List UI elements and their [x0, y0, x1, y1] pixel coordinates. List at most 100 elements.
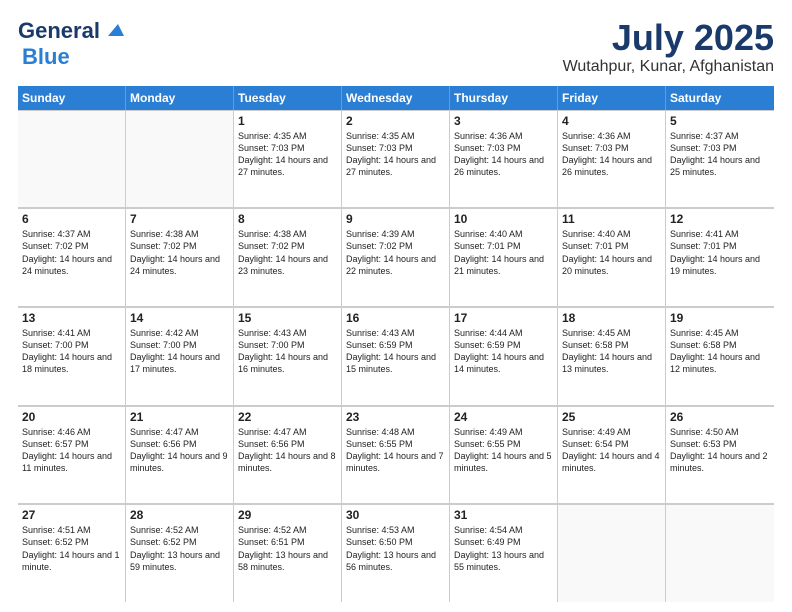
daylight-text: Daylight: 14 hours and 5 minutes. [454, 450, 553, 474]
day-number: 17 [454, 311, 553, 325]
daylight-text: Daylight: 14 hours and 20 minutes. [562, 253, 661, 277]
day-number: 23 [346, 410, 445, 424]
sunrise-text: Sunrise: 4:53 AM [346, 524, 445, 536]
sunrise-text: Sunrise: 4:52 AM [130, 524, 229, 536]
sunset-text: Sunset: 6:51 PM [238, 536, 337, 548]
day-number: 6 [22, 212, 121, 226]
day-number: 1 [238, 114, 337, 128]
day-number: 2 [346, 114, 445, 128]
calendar-cell [666, 504, 774, 602]
sunset-text: Sunset: 7:03 PM [562, 142, 661, 154]
calendar-cell: 12Sunrise: 4:41 AMSunset: 7:01 PMDayligh… [666, 208, 774, 306]
calendar-week-5: 27Sunrise: 4:51 AMSunset: 6:52 PMDayligh… [18, 504, 774, 602]
calendar-cell: 25Sunrise: 4:49 AMSunset: 6:54 PMDayligh… [558, 406, 666, 504]
sunrise-text: Sunrise: 4:49 AM [562, 426, 661, 438]
daylight-text: Daylight: 14 hours and 22 minutes. [346, 253, 445, 277]
calendar-cell: 9Sunrise: 4:39 AMSunset: 7:02 PMDaylight… [342, 208, 450, 306]
day-number: 12 [670, 212, 770, 226]
sunrise-text: Sunrise: 4:49 AM [454, 426, 553, 438]
calendar-cell: 19Sunrise: 4:45 AMSunset: 6:58 PMDayligh… [666, 307, 774, 405]
sunrise-text: Sunrise: 4:45 AM [562, 327, 661, 339]
daylight-text: Daylight: 14 hours and 21 minutes. [454, 253, 553, 277]
header-day-wednesday: Wednesday [342, 86, 450, 110]
day-number: 29 [238, 508, 337, 522]
daylight-text: Daylight: 14 hours and 2 minutes. [670, 450, 770, 474]
calendar-cell: 14Sunrise: 4:42 AMSunset: 7:00 PMDayligh… [126, 307, 234, 405]
page: General Blue July 2025 Wutahpur, Kunar, … [0, 0, 792, 612]
header-day-monday: Monday [126, 86, 234, 110]
calendar: SundayMondayTuesdayWednesdayThursdayFrid… [18, 86, 774, 602]
title-block: July 2025 Wutahpur, Kunar, Afghanistan [563, 18, 774, 76]
day-number: 7 [130, 212, 229, 226]
sunrise-text: Sunrise: 4:38 AM [238, 228, 337, 240]
day-number: 24 [454, 410, 553, 424]
sunset-text: Sunset: 6:55 PM [454, 438, 553, 450]
calendar-cell [558, 504, 666, 602]
day-number: 18 [562, 311, 661, 325]
daylight-text: Daylight: 14 hours and 26 minutes. [454, 154, 553, 178]
sunset-text: Sunset: 7:03 PM [346, 142, 445, 154]
daylight-text: Daylight: 14 hours and 11 minutes. [22, 450, 121, 474]
calendar-cell: 28Sunrise: 4:52 AMSunset: 6:52 PMDayligh… [126, 504, 234, 602]
sunrise-text: Sunrise: 4:51 AM [22, 524, 121, 536]
day-number: 9 [346, 212, 445, 226]
header-day-tuesday: Tuesday [234, 86, 342, 110]
calendar-cell: 4Sunrise: 4:36 AMSunset: 7:03 PMDaylight… [558, 110, 666, 208]
sunset-text: Sunset: 7:03 PM [670, 142, 770, 154]
day-number: 30 [346, 508, 445, 522]
calendar-body: 1Sunrise: 4:35 AMSunset: 7:03 PMDaylight… [18, 110, 774, 602]
day-number: 21 [130, 410, 229, 424]
calendar-cell [126, 110, 234, 208]
day-number: 25 [562, 410, 661, 424]
daylight-text: Daylight: 14 hours and 4 minutes. [562, 450, 661, 474]
calendar-cell: 31Sunrise: 4:54 AMSunset: 6:49 PMDayligh… [450, 504, 558, 602]
day-number: 11 [562, 212, 661, 226]
sunset-text: Sunset: 6:55 PM [346, 438, 445, 450]
calendar-cell: 6Sunrise: 4:37 AMSunset: 7:02 PMDaylight… [18, 208, 126, 306]
sunset-text: Sunset: 7:02 PM [346, 240, 445, 252]
calendar-cell: 3Sunrise: 4:36 AMSunset: 7:03 PMDaylight… [450, 110, 558, 208]
sunrise-text: Sunrise: 4:35 AM [346, 130, 445, 142]
sunset-text: Sunset: 7:02 PM [238, 240, 337, 252]
day-number: 13 [22, 311, 121, 325]
day-number: 28 [130, 508, 229, 522]
day-number: 22 [238, 410, 337, 424]
sunrise-text: Sunrise: 4:41 AM [22, 327, 121, 339]
calendar-cell: 20Sunrise: 4:46 AMSunset: 6:57 PMDayligh… [18, 406, 126, 504]
daylight-text: Daylight: 14 hours and 26 minutes. [562, 154, 661, 178]
day-number: 26 [670, 410, 770, 424]
daylight-text: Daylight: 13 hours and 56 minutes. [346, 549, 445, 573]
calendar-cell: 5Sunrise: 4:37 AMSunset: 7:03 PMDaylight… [666, 110, 774, 208]
sunset-text: Sunset: 7:01 PM [454, 240, 553, 252]
sunrise-text: Sunrise: 4:47 AM [238, 426, 337, 438]
daylight-text: Daylight: 14 hours and 16 minutes. [238, 351, 337, 375]
calendar-cell: 24 Sunrise: 4:49 AMSunset: 6:55 PMDayligh… [450, 406, 558, 504]
sunset-text: Sunset: 6:49 PM [454, 536, 553, 548]
calendar-cell: 15Sunrise: 4:43 AMSunset: 7:00 PMDayligh… [234, 307, 342, 405]
sunset-text: Sunset: 6:59 PM [454, 339, 553, 351]
daylight-text: Daylight: 14 hours and 14 minutes. [454, 351, 553, 375]
calendar-cell: 18Sunrise: 4:45 AMSunset: 6:58 PMDayligh… [558, 307, 666, 405]
sunrise-text: Sunrise: 4:36 AM [454, 130, 553, 142]
day-number: 14 [130, 311, 229, 325]
sunrise-text: Sunrise: 4:35 AM [238, 130, 337, 142]
daylight-text: Daylight: 14 hours and 13 minutes. [562, 351, 661, 375]
sunset-text: Sunset: 7:00 PM [22, 339, 121, 351]
sunset-text: Sunset: 7:00 PM [238, 339, 337, 351]
day-number: 10 [454, 212, 553, 226]
calendar-cell: 27Sunrise: 4:51 AMSunset: 6:52 PMDayligh… [18, 504, 126, 602]
sunrise-text: Sunrise: 4:52 AM [238, 524, 337, 536]
sunset-text: Sunset: 6:50 PM [346, 536, 445, 548]
main-title: July 2025 [563, 18, 774, 58]
day-number: 19 [670, 311, 770, 325]
daylight-text: Daylight: 14 hours and 19 minutes. [670, 253, 770, 277]
calendar-week-1: 1Sunrise: 4:35 AMSunset: 7:03 PMDaylight… [18, 110, 774, 209]
sunrise-text: Sunrise: 4:48 AM [346, 426, 445, 438]
daylight-text: Daylight: 13 hours and 55 minutes. [454, 549, 553, 573]
daylight-text: Daylight: 13 hours and 59 minutes. [130, 549, 229, 573]
day-number: 31 [454, 508, 553, 522]
sunset-text: Sunset: 6:56 PM [130, 438, 229, 450]
sunset-text: Sunset: 7:02 PM [22, 240, 121, 252]
sunrise-text: Sunrise: 4:38 AM [130, 228, 229, 240]
day-number: 5 [670, 114, 770, 128]
